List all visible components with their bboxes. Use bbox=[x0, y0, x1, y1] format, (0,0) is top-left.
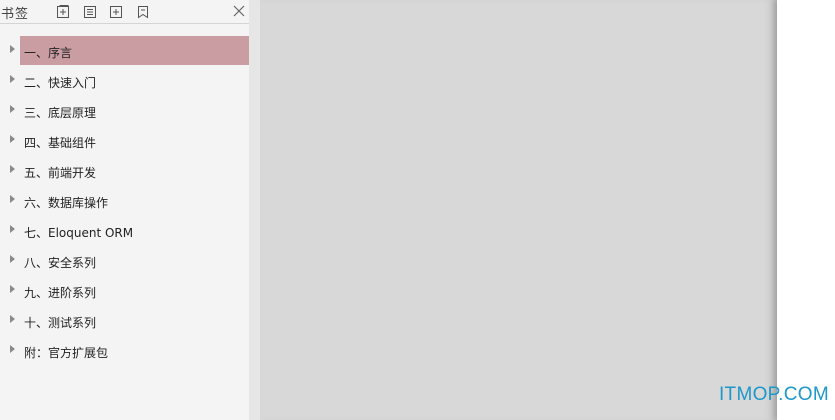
add-bookmark-icon[interactable] bbox=[108, 4, 124, 20]
bookmark-panel-header: 书签 bbox=[0, 0, 249, 24]
bookmark-item[interactable]: 一、序言 bbox=[0, 36, 249, 66]
expand-arrow-icon[interactable] bbox=[10, 345, 15, 353]
bookmark-item[interactable]: 八、安全系列 bbox=[0, 246, 249, 276]
bookmark-item[interactable]: 七、Eloquent ORM bbox=[0, 216, 249, 246]
expand-arrow-icon[interactable] bbox=[10, 45, 15, 53]
collapse-all-icon[interactable] bbox=[82, 4, 98, 20]
bookmark-label: 七、Eloquent ORM bbox=[24, 226, 134, 240]
bookmark-label: 五、前端开发 bbox=[24, 166, 97, 180]
watermark: ITMOP.COM bbox=[718, 384, 829, 405]
expand-arrow-icon[interactable] bbox=[10, 285, 15, 293]
expand-all-icon[interactable] bbox=[55, 4, 71, 20]
expand-arrow-icon[interactable] bbox=[10, 255, 15, 263]
expand-arrow-icon[interactable] bbox=[10, 165, 15, 173]
expand-arrow-icon[interactable] bbox=[10, 75, 15, 83]
bookmark-label: 九、进阶系列 bbox=[24, 286, 97, 300]
expand-arrow-icon[interactable] bbox=[10, 225, 15, 233]
document-viewport[interactable] bbox=[260, 0, 777, 420]
document-page bbox=[777, 0, 835, 420]
bookmark-label: 六、数据库操作 bbox=[24, 196, 109, 210]
bookmark-label: 四、基础组件 bbox=[24, 136, 97, 150]
bookmark-label: 附：官方扩展包 bbox=[24, 346, 109, 360]
bookmark-icon[interactable] bbox=[135, 4, 151, 20]
expand-arrow-icon[interactable] bbox=[10, 195, 15, 203]
bookmark-label: 十、测试系列 bbox=[24, 316, 97, 330]
bookmark-label: 一、序言 bbox=[24, 46, 73, 60]
bookmark-item[interactable]: 十、测试系列 bbox=[0, 306, 249, 336]
bookmark-item[interactable]: 二、快速入门 bbox=[0, 66, 249, 96]
panel-splitter[interactable] bbox=[249, 0, 260, 420]
bookmark-item[interactable]: 五、前端开发 bbox=[0, 156, 249, 186]
bookmark-tree: 一、序言 二、快速入门 三、底层原理 四、基础组件 五、前端开发 六、数据库操作… bbox=[0, 36, 249, 366]
expand-arrow-icon[interactable] bbox=[10, 135, 15, 143]
close-icon[interactable] bbox=[231, 3, 247, 19]
expand-arrow-icon[interactable] bbox=[10, 105, 15, 113]
bookmark-label: 八、安全系列 bbox=[24, 256, 97, 270]
panel-title: 书签 bbox=[1, 7, 30, 22]
bookmark-item[interactable]: 附：官方扩展包 bbox=[0, 336, 249, 366]
bookmark-item[interactable]: 九、进阶系列 bbox=[0, 276, 249, 306]
bookmark-item[interactable]: 四、基础组件 bbox=[0, 126, 249, 156]
bookmark-label: 二、快速入门 bbox=[24, 76, 97, 90]
bookmark-label: 三、底层原理 bbox=[24, 106, 97, 120]
bookmark-item[interactable]: 三、底层原理 bbox=[0, 96, 249, 126]
bookmark-panel: 书签 一、序言 二、快速入门 三、底层原理 四、基础组件 五、前端开发 六、数据… bbox=[0, 0, 249, 420]
expand-arrow-icon[interactable] bbox=[10, 315, 15, 323]
bookmark-item[interactable]: 六、数据库操作 bbox=[0, 186, 249, 216]
